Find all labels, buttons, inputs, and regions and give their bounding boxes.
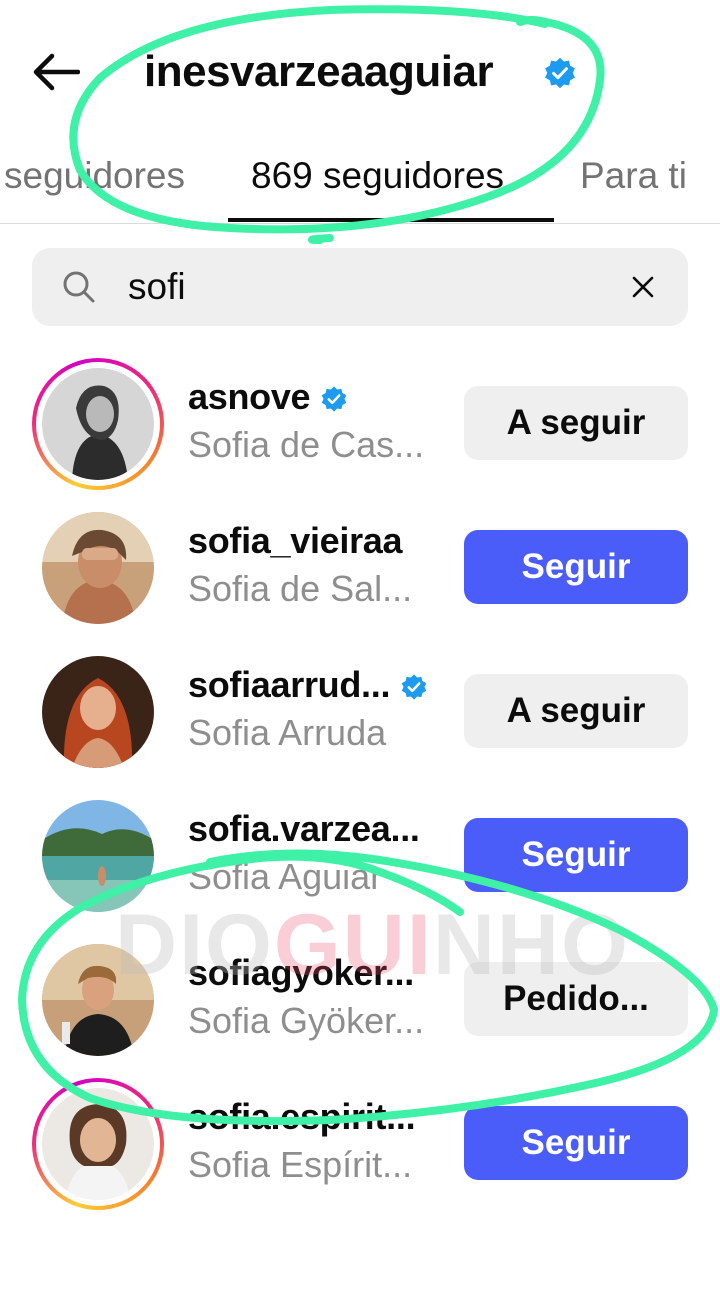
avatar-story-ring[interactable] bbox=[32, 358, 164, 490]
full-name: Sofia de Cas... bbox=[188, 424, 425, 465]
followers-list: asnove Sofia de Cas... A seguir sofia_vi… bbox=[0, 352, 720, 1216]
follow-button[interactable]: Seguir bbox=[464, 818, 688, 892]
full-name: Sofia Gyöker... bbox=[188, 1000, 425, 1041]
tab-for-you[interactable]: Para ti bbox=[580, 154, 687, 198]
search-bar[interactable]: sofi bbox=[32, 248, 688, 326]
watermark: DIOGUINHO bbox=[115, 897, 630, 993]
list-item[interactable]: sofia_vieiraa Sofia de Sal... Seguir bbox=[0, 496, 720, 640]
verified-badge-icon bbox=[401, 674, 427, 700]
top-bar: inesvarzeaaguiar bbox=[0, 0, 720, 140]
search-icon bbox=[63, 271, 95, 303]
username[interactable]: asnove bbox=[188, 376, 311, 418]
profile-username-title: inesvarzeaaguiar bbox=[144, 47, 494, 96]
username[interactable]: sofiaarrud... bbox=[188, 664, 390, 706]
following-button[interactable]: A seguir bbox=[464, 386, 688, 460]
list-item[interactable]: sofiaarrud... Sofia Arruda A seguir bbox=[0, 640, 720, 784]
tab-followers[interactable]: 869 seguidores bbox=[251, 154, 504, 198]
list-item[interactable]: asnove Sofia de Cas... A seguir bbox=[0, 352, 720, 496]
close-icon bbox=[632, 276, 654, 298]
verified-badge-icon bbox=[322, 386, 347, 412]
active-tab-indicator bbox=[228, 218, 554, 222]
username[interactable]: sofia.varzea... bbox=[188, 808, 420, 850]
full-name: Sofia de Sal... bbox=[188, 568, 413, 609]
full-name: Sofia Aguiar bbox=[188, 856, 383, 897]
avatar bbox=[42, 1088, 154, 1200]
avatar[interactable] bbox=[42, 656, 154, 768]
list-item[interactable]: sofia.espirit... Sofia Espírit... Seguir bbox=[0, 1072, 720, 1216]
tab-following[interactable]: seguidores bbox=[4, 154, 185, 198]
follow-button[interactable]: Seguir bbox=[464, 530, 688, 604]
following-button[interactable]: A seguir bbox=[464, 674, 688, 748]
full-name: Sofia Arruda bbox=[188, 712, 387, 753]
verified-badge-icon bbox=[545, 57, 575, 89]
arrow-left-icon bbox=[33, 53, 80, 91]
back-button[interactable] bbox=[28, 46, 84, 98]
clear-search-button[interactable] bbox=[626, 270, 660, 304]
avatar-story-ring[interactable] bbox=[32, 1078, 164, 1210]
followers-tabs: seguidores 869 seguidores Para ti bbox=[0, 140, 720, 224]
avatar bbox=[42, 368, 154, 480]
search-input[interactable]: sofi bbox=[128, 266, 186, 308]
follow-button[interactable]: Seguir bbox=[464, 1106, 688, 1180]
full-name: Sofia Espírit... bbox=[188, 1144, 413, 1185]
avatar[interactable] bbox=[42, 512, 154, 624]
avatar[interactable] bbox=[42, 800, 154, 912]
username[interactable]: sofia.espirit... bbox=[188, 1096, 416, 1138]
username[interactable]: sofia_vieiraa bbox=[188, 520, 403, 562]
